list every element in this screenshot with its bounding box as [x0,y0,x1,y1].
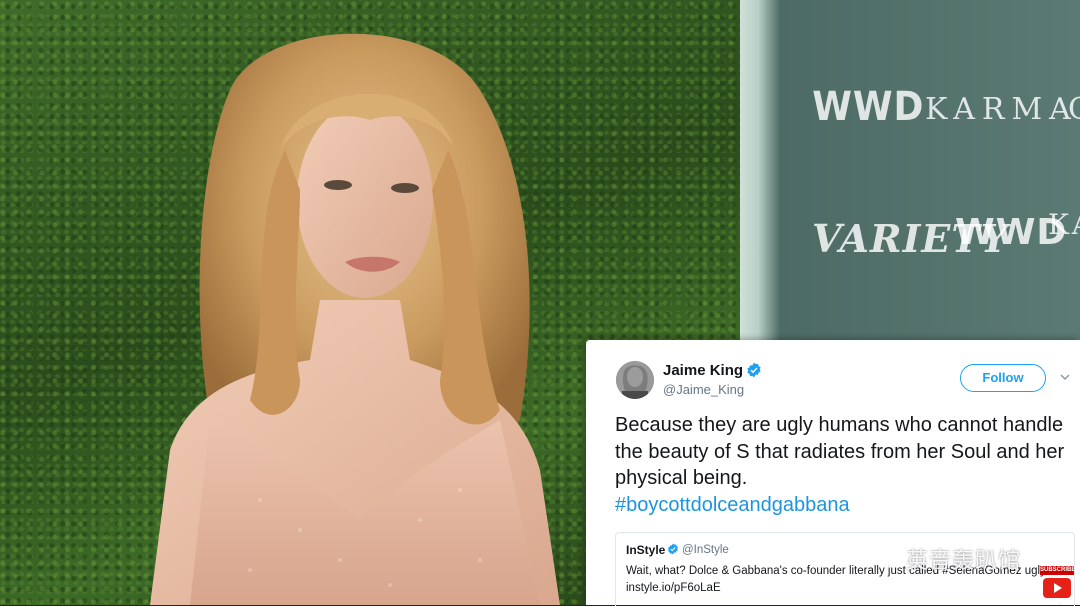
avatar-portrait-icon [616,361,654,399]
user-display-name[interactable]: Jaime King [663,362,743,379]
backdrop-logo-partial: C [1068,92,1080,127]
verified-badge-icon [747,362,761,378]
tweet-text: Because they are ugly humans who cannot … [615,412,1075,518]
wechat-logo-icon [863,547,896,568]
subscribe-label: SUBSCRIBE [1040,566,1076,575]
user-handle[interactable]: @Jaime_King [663,382,744,397]
backdrop-logo-karma: KARMA [925,92,1078,127]
quoted-user-name[interactable]: InStyle [626,543,665,557]
chevron-down-icon[interactable] [1060,372,1070,382]
user-avatar[interactable] [616,361,654,399]
backdrop-logo-karma-2: KA [1048,208,1080,241]
watermark-text: 英音轰趴馆 [906,549,1022,574]
quoted-tweet-link[interactable]: instyle.io/pF6oLaE [626,582,721,594]
quoted-verified-badge-icon [668,543,678,555]
subscribe-play-icon[interactable] [1043,578,1071,598]
quoted-user-handle[interactable]: @InStyle [682,544,729,556]
tweet-body-text: Because they are ugly humans who cannot … [615,414,1065,489]
backdrop-logo-wwd: WWD [812,84,925,130]
hashtag-link[interactable]: #boycottdolceandgabbana [615,494,850,516]
follow-button[interactable]: Follow [960,364,1046,392]
